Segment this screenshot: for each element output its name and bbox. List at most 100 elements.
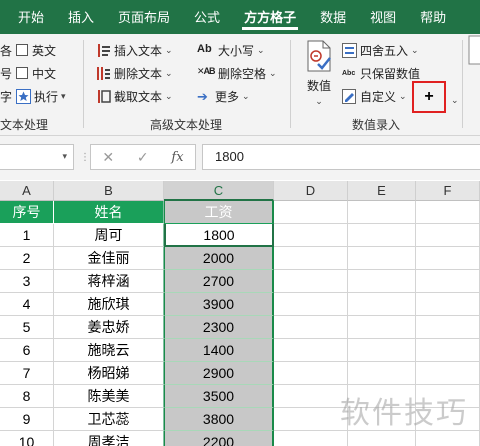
tab-home[interactable]: 开始: [0, 0, 56, 34]
cell-index[interactable]: 5: [0, 316, 54, 339]
empty-cell[interactable]: [274, 362, 348, 385]
column-header-e[interactable]: E: [348, 181, 416, 201]
chevron-down-icon[interactable]: ⌄: [448, 90, 459, 110]
empty-cell[interactable]: [416, 270, 480, 293]
cell-index[interactable]: 6: [0, 339, 54, 362]
tab-page-layout[interactable]: 页面布局: [106, 0, 182, 34]
cell-index[interactable]: 7: [0, 362, 54, 385]
cell-salary[interactable]: 1400: [164, 339, 274, 362]
empty-cell[interactable]: [348, 224, 416, 247]
cell-name[interactable]: 杨昭娣: [54, 362, 164, 385]
delete-text-button[interactable]: 删除文本 ⌄: [96, 63, 173, 83]
tab-formulas[interactable]: 公式: [182, 0, 232, 34]
cell-salary[interactable]: 2700: [164, 270, 274, 293]
cell-salary[interactable]: 3800: [164, 408, 274, 431]
cell-name[interactable]: 施欣琪: [54, 293, 164, 316]
number-button[interactable]: 数值 ⌄: [302, 40, 336, 112]
cell-salary[interactable]: 2900: [164, 362, 274, 385]
empty-cell[interactable]: [416, 293, 480, 316]
empty-cell[interactable]: [348, 339, 416, 362]
empty-cell[interactable]: [274, 270, 348, 293]
column-header-b[interactable]: B: [54, 181, 164, 201]
empty-cell[interactable]: [416, 201, 480, 224]
english-checkbox[interactable]: 英文: [16, 40, 56, 60]
confirm-icon[interactable]: ✓: [137, 149, 149, 166]
empty-cell[interactable]: [348, 431, 416, 446]
chevron-down-icon[interactable]: ▾: [62, 151, 67, 162]
cell-salary[interactable]: 2000: [164, 247, 274, 270]
tab-view[interactable]: 视图: [358, 0, 408, 34]
custom-button[interactable]: 自定义 ⌄: [342, 86, 407, 106]
empty-cell[interactable]: [416, 431, 480, 446]
empty-cell[interactable]: [274, 385, 348, 408]
empty-cell[interactable]: [416, 339, 480, 362]
empty-cell[interactable]: [348, 270, 416, 293]
cell-index[interactable]: 9: [0, 408, 54, 431]
empty-cell[interactable]: [348, 316, 416, 339]
empty-cell[interactable]: [348, 247, 416, 270]
empty-cell[interactable]: [274, 224, 348, 247]
empty-cell[interactable]: [274, 431, 348, 446]
empty-cell[interactable]: [348, 362, 416, 385]
empty-cell[interactable]: [416, 247, 480, 270]
empty-cell[interactable]: [416, 224, 480, 247]
chinese-checkbox[interactable]: 中文: [16, 63, 56, 83]
cell-salary[interactable]: 2200: [164, 431, 274, 446]
fx-icon[interactable]: fx: [171, 150, 183, 165]
tab-fangfang[interactable]: 方方格子: [232, 0, 308, 34]
cell-index[interactable]: 4: [0, 293, 54, 316]
delete-space-button[interactable]: ✕AB 删除空格 ⌄: [197, 63, 277, 83]
tab-data[interactable]: 数据: [308, 0, 358, 34]
cell-index[interactable]: 1: [0, 224, 54, 247]
tab-help[interactable]: 帮助: [408, 0, 458, 34]
checkbox-icon[interactable]: [16, 67, 28, 79]
empty-cell[interactable]: [274, 339, 348, 362]
cell-salary[interactable]: 3900: [164, 293, 274, 316]
cell-name[interactable]: 蒋梓涵: [54, 270, 164, 293]
empty-cell[interactable]: [348, 293, 416, 316]
column-header-a[interactable]: A: [0, 181, 54, 201]
empty-cell[interactable]: [274, 316, 348, 339]
cell-name[interactable]: 施晓云: [54, 339, 164, 362]
empty-cell[interactable]: [416, 362, 480, 385]
empty-cell[interactable]: [416, 316, 480, 339]
cancel-icon[interactable]: ✕: [102, 149, 114, 166]
cell-index[interactable]: 3: [0, 270, 54, 293]
column-header-f[interactable]: F: [416, 181, 480, 201]
cell-name[interactable]: 卫芯蕊: [54, 408, 164, 431]
empty-cell[interactable]: [348, 201, 416, 224]
cell-salary[interactable]: 3500: [164, 385, 274, 408]
column-header-c[interactable]: C: [164, 181, 274, 201]
name-box[interactable]: ▾: [0, 144, 74, 170]
extract-text-button[interactable]: 截取文本 ⌄: [96, 86, 173, 106]
cell-index[interactable]: 10: [0, 431, 54, 446]
more-button[interactable]: ➔ 更多 ⌄: [197, 86, 250, 106]
keep-number-button[interactable]: Abc 只保留数值: [342, 63, 420, 83]
cell-salary[interactable]: 2300: [164, 316, 274, 339]
empty-cell[interactable]: [274, 201, 348, 224]
empty-cell[interactable]: [274, 408, 348, 431]
header-cell[interactable]: 姓名: [54, 201, 164, 224]
header-cell[interactable]: 序号: [0, 201, 54, 224]
formula-input[interactable]: 1800: [202, 144, 480, 170]
cell-salary[interactable]: 1800: [164, 224, 274, 247]
cell-index[interactable]: 2: [0, 247, 54, 270]
column-header-d[interactable]: D: [274, 181, 348, 201]
tab-insert[interactable]: 插入: [56, 0, 106, 34]
cell-name[interactable]: 周孝洁: [54, 431, 164, 446]
execute-button[interactable]: 执行 ▾: [16, 86, 66, 106]
plus-button[interactable]: +: [412, 81, 446, 113]
header-cell[interactable]: 工资: [164, 201, 274, 224]
cell-name[interactable]: 姜忠娇: [54, 316, 164, 339]
empty-cell[interactable]: [274, 247, 348, 270]
cell-name[interactable]: 周可: [54, 224, 164, 247]
empty-cell[interactable]: [274, 293, 348, 316]
case-button[interactable]: Ab 大小写 ⌄: [197, 40, 265, 60]
keep-number-icon: Abc: [342, 69, 356, 77]
cell-name[interactable]: 金佳丽: [54, 247, 164, 270]
cell-name[interactable]: 陈美美: [54, 385, 164, 408]
insert-text-button[interactable]: 插入文本 ⌄: [96, 40, 173, 60]
checkbox-icon[interactable]: [16, 44, 28, 56]
round-button[interactable]: 四舍五入 ⌄: [342, 40, 419, 60]
cell-index[interactable]: 8: [0, 385, 54, 408]
